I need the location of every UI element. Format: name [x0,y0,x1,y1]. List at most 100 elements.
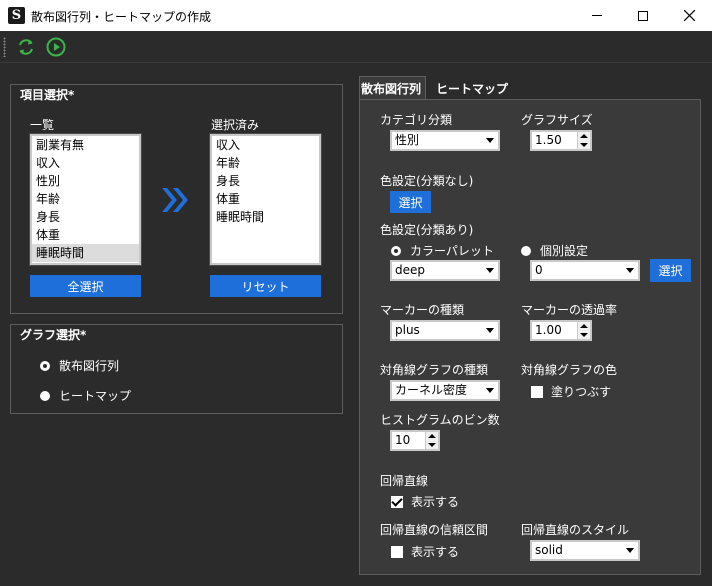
up-arrow-icon [580,134,588,138]
individual-color-select-button[interactable]: 選択 [650,259,691,282]
list-item[interactable]: 副業有無 [32,136,139,154]
chevron-down-icon [486,388,494,393]
title-bar: S 散布図行列・ヒートマップの作成 [0,0,712,31]
regression-label: 回帰直線 [380,474,429,488]
list-item[interactable]: 収入 [32,154,139,172]
stepper-value: 1.00 [535,323,562,337]
refresh-icon [19,39,33,55]
stepper-buttons[interactable] [577,322,590,339]
bins-stepper[interactable]: 10 [390,430,440,451]
selected-items-list[interactable]: 収入 年齢 身長 体重 睡眠時間 [209,133,322,266]
minimize-icon [592,15,602,16]
window-title: 散布図行列・ヒートマップの作成 [31,10,212,24]
run-button[interactable] [45,36,67,58]
radio-indicator [521,245,531,256]
maximize-button[interactable] [620,0,666,31]
list-item[interactable]: 体重 [212,190,319,208]
tab-scatter-matrix[interactable]: 散布図行列 [359,76,426,99]
radio-color-palette[interactable]: カラーパレット [391,242,494,259]
checkbox-box [391,545,403,558]
individual-color-select[interactable]: 0 [530,260,640,281]
radio-indicator [391,245,401,256]
minimize-button[interactable] [574,0,620,31]
list-item[interactable]: 睡眠時間 [212,208,319,226]
list-item[interactable]: 身長 [212,172,319,190]
bins-label: ヒストグラムのビン数 [380,413,500,427]
combo-value: 性別 [395,133,420,147]
close-icon [683,10,695,21]
marker-type-select[interactable]: plus [390,320,500,341]
combo-value: solid [535,543,563,557]
ci-show-checkbox[interactable]: 表示する [391,543,459,560]
diag-type-label: 対角線グラフの種類 [380,363,489,377]
tab-heatmap[interactable]: ヒートマップ [436,80,508,97]
chevron-down-icon [626,268,634,273]
available-items-list[interactable]: 副業有無 収入 性別 年齢 身長 体重 睡眠時間 [29,133,142,266]
list-item[interactable]: 収入 [212,136,319,154]
color-nocat-select-button[interactable]: 選択 [390,191,431,213]
list-item[interactable]: 身長 [32,208,139,226]
checkbox-box [391,495,403,508]
marker-alpha-stepper[interactable]: 1.00 [530,320,592,341]
line-style-label: 回帰直線のスタイル [521,523,630,537]
color-nocat-label: 色設定(分類なし) [380,174,474,188]
checkbox-box [531,385,543,398]
radio-label: カラーパレット [410,244,494,258]
list-item[interactable]: 性別 [32,172,139,190]
down-arrow-icon [580,143,588,147]
add-items-button[interactable] [160,186,190,214]
chevron-down-icon [486,268,494,273]
regression-show-checkbox[interactable]: 表示する [391,493,459,510]
chevron-down-icon [626,548,634,553]
graph-size-stepper[interactable]: 1.50 [530,130,592,151]
list-item[interactable]: 睡眠時間 [32,244,139,262]
checkbox-label: 塗りつぶす [551,385,612,399]
play-icon [46,37,66,57]
combo-value: deep [395,263,425,277]
radio-indicator [40,390,50,401]
combo-value: カーネル密度 [395,383,468,397]
radio-label: 個別設定 [540,244,589,258]
combo-value: plus [395,323,420,337]
category-select[interactable]: 性別 [390,130,500,151]
radio-heatmap[interactable]: ヒートマップ [40,387,131,404]
ci-label: 回帰直線の信頼区間 [380,523,489,537]
toolbar-grip[interactable] [3,37,6,57]
chevron-down-icon [486,328,494,333]
refresh-button[interactable] [15,36,37,58]
up-arrow-icon [428,434,436,438]
category-label: カテゴリ分類 [380,113,453,127]
graph-size-label: グラフサイズ [521,113,593,127]
marker-type-label: マーカーの種類 [380,303,465,317]
down-arrow-icon [428,443,436,447]
fill-checkbox[interactable]: 塗りつぶす [531,383,611,400]
graph-selection-title: グラフ選択* [20,328,87,342]
close-button[interactable] [666,0,712,31]
select-all-button[interactable]: 全選択 [30,275,141,297]
stepper-value: 1.50 [535,133,562,147]
line-style-select[interactable]: solid [530,540,640,561]
reset-button[interactable]: リセット [210,275,321,297]
color-cat-label: 色設定(分類あり) [380,223,474,237]
list-item[interactable]: 体重 [32,226,139,244]
radio-individual-setting[interactable]: 個別設定 [521,242,588,259]
diag-type-select[interactable]: カーネル密度 [390,380,500,401]
selected-list-label: 選択済み [211,118,260,132]
stepper-buttons[interactable] [425,432,438,449]
stepper-buttons[interactable] [577,132,590,149]
item-selection-title: 項目選択* [20,88,75,102]
toolbar [0,31,712,63]
palette-select[interactable]: deep [390,260,500,281]
double-chevron-right-icon [162,188,188,212]
radio-label: 散布図行列 [59,359,120,373]
list-item[interactable]: 年齢 [32,190,139,208]
list-item[interactable]: 年齢 [212,154,319,172]
radio-scatter-matrix[interactable]: 散布図行列 [40,357,119,374]
list-label: 一覧 [30,118,55,132]
stepper-value: 10 [395,433,411,447]
radio-indicator [40,360,50,371]
maximize-icon [638,10,648,21]
up-arrow-icon [580,324,588,328]
diag-color-label: 対角線グラフの色 [521,363,618,377]
down-arrow-icon [580,333,588,337]
